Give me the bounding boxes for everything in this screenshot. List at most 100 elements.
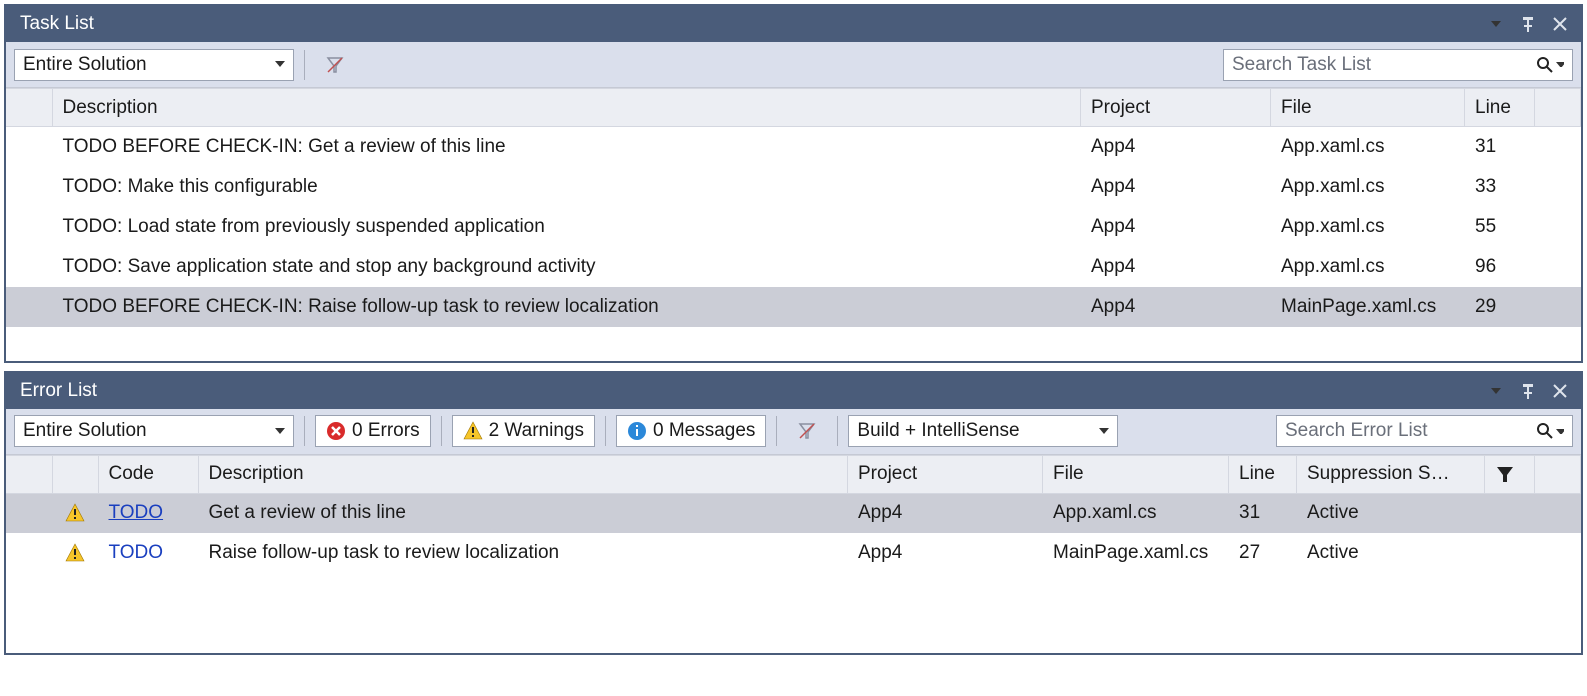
search-task-list[interactable] (1223, 49, 1573, 81)
row-suppression: Active (1297, 533, 1485, 573)
row-description: TODO BEFORE CHECK-IN: Raise follow-up ta… (52, 287, 1081, 327)
table-row[interactable]: TODORaise follow-up task to review local… (6, 533, 1581, 573)
scope-dropdown[interactable]: Entire Solution (14, 415, 294, 447)
table-row[interactable]: TODO BEFORE CHECK-IN: Raise follow-up ta… (6, 287, 1581, 327)
error-list-titlebar: Error List (6, 373, 1581, 409)
separator (304, 50, 305, 80)
row-file: MainPage.xaml.cs (1043, 533, 1229, 573)
row-line: 55 (1465, 207, 1535, 247)
col-code[interactable]: Code (98, 455, 198, 493)
row-line: 29 (1465, 287, 1535, 327)
col-project[interactable]: Project (1081, 89, 1271, 127)
warning-icon (65, 503, 85, 523)
clear-filter-button[interactable] (315, 49, 355, 81)
row-description: TODO: Load state from previously suspend… (52, 207, 1081, 247)
search-input[interactable] (1285, 420, 1530, 442)
row-file: App.xaml.cs (1271, 167, 1465, 207)
row-line: 31 (1229, 493, 1297, 533)
row-description: TODO: Make this configurable (52, 167, 1081, 207)
table-row[interactable]: TODO: Make this configurableApp4App.xaml… (6, 167, 1581, 207)
search-error-list[interactable] (1276, 415, 1573, 447)
row-severity-icon-cell (52, 533, 98, 573)
separator (605, 416, 606, 446)
row-line: 31 (1465, 127, 1535, 167)
chevron-down-icon (275, 420, 285, 442)
row-filter-cell (1485, 533, 1535, 573)
error-list-table: Code Description Project File Line Suppr… (6, 455, 1581, 574)
row-blank (6, 533, 52, 573)
separator (837, 416, 838, 446)
col-file[interactable]: File (1271, 89, 1465, 127)
row-description: Raise follow-up task to review localizat… (198, 533, 848, 573)
row-code[interactable]: TODO (98, 493, 198, 533)
col-description[interactable]: Description (198, 455, 848, 493)
scope-dropdown[interactable]: Entire Solution (14, 49, 294, 81)
col-line[interactable]: Line (1465, 89, 1535, 127)
filter-icon (1495, 464, 1515, 484)
error-list-toolbar: Entire Solution 0 Errors 2 Warnings 0 Me… (6, 409, 1581, 455)
errors-count-label: 0 Errors (352, 420, 420, 442)
row-line: 27 (1229, 533, 1297, 573)
source-value: Build + IntelliSense (857, 420, 1019, 442)
close-icon[interactable] (1549, 13, 1571, 35)
chevron-down-icon (1099, 420, 1109, 442)
row-line: 96 (1465, 247, 1535, 287)
table-row[interactable]: TODOGet a review of this lineApp4App.xam… (6, 493, 1581, 533)
search-icon[interactable] (1536, 422, 1564, 440)
col-tail[interactable] (1535, 455, 1581, 493)
row-filter-cell (1485, 493, 1535, 533)
error-list-title: Error List (20, 380, 1475, 402)
row-file: App.xaml.cs (1271, 207, 1465, 247)
row-code: TODO (98, 533, 198, 573)
col-icon[interactable] (52, 455, 98, 493)
table-row[interactable]: TODO: Load state from previously suspend… (6, 207, 1581, 247)
clear-filter-icon (326, 56, 344, 74)
row-project: App4 (1081, 287, 1271, 327)
warning-icon (463, 421, 483, 441)
separator (304, 416, 305, 446)
warnings-count-label: 2 Warnings (489, 420, 584, 442)
pin-icon[interactable] (1517, 13, 1539, 35)
separator (441, 416, 442, 446)
col-filter[interactable] (1485, 455, 1535, 493)
task-list-panel: Task List Entire Solution Descr (4, 4, 1583, 363)
row-icon-cell (6, 247, 52, 287)
col-file[interactable]: File (1043, 455, 1229, 493)
row-icon-cell (6, 127, 52, 167)
separator (776, 416, 777, 446)
row-icon-cell (6, 287, 52, 327)
scope-value: Entire Solution (23, 420, 147, 442)
col-blank[interactable] (6, 455, 52, 493)
close-icon[interactable] (1549, 380, 1571, 402)
row-blank (6, 493, 52, 533)
pin-icon[interactable] (1517, 380, 1539, 402)
messages-filter-button[interactable]: 0 Messages (616, 415, 766, 447)
row-project: App4 (1081, 127, 1271, 167)
col-suppression[interactable]: Suppression S… (1297, 455, 1485, 493)
info-icon (627, 421, 647, 441)
row-project: App4 (848, 533, 1043, 573)
source-dropdown[interactable]: Build + IntelliSense (848, 415, 1118, 447)
col-project[interactable]: Project (848, 455, 1043, 493)
search-icon[interactable] (1536, 56, 1564, 74)
table-row[interactable]: TODO BEFORE CHECK-IN: Get a review of th… (6, 127, 1581, 167)
search-input[interactable] (1232, 54, 1530, 76)
chevron-down-icon (275, 54, 285, 76)
table-row[interactable]: TODO: Save application state and stop an… (6, 247, 1581, 287)
messages-count-label: 0 Messages (653, 420, 755, 442)
row-line: 33 (1465, 167, 1535, 207)
task-list-header-row: Description Project File Line (6, 89, 1581, 127)
col-tail[interactable] (1535, 89, 1581, 127)
col-line[interactable]: Line (1229, 455, 1297, 493)
warnings-filter-button[interactable]: 2 Warnings (452, 415, 595, 447)
errors-filter-button[interactable]: 0 Errors (315, 415, 431, 447)
row-description: TODO BEFORE CHECK-IN: Get a review of th… (52, 127, 1081, 167)
col-blank[interactable] (6, 89, 52, 127)
task-list-toolbar: Entire Solution (6, 42, 1581, 88)
row-project: App4 (1081, 207, 1271, 247)
window-options-icon[interactable] (1485, 380, 1507, 402)
col-description[interactable]: Description (52, 89, 1081, 127)
row-tail (1535, 533, 1581, 573)
window-options-icon[interactable] (1485, 13, 1507, 35)
clear-filter-button[interactable] (787, 415, 827, 447)
